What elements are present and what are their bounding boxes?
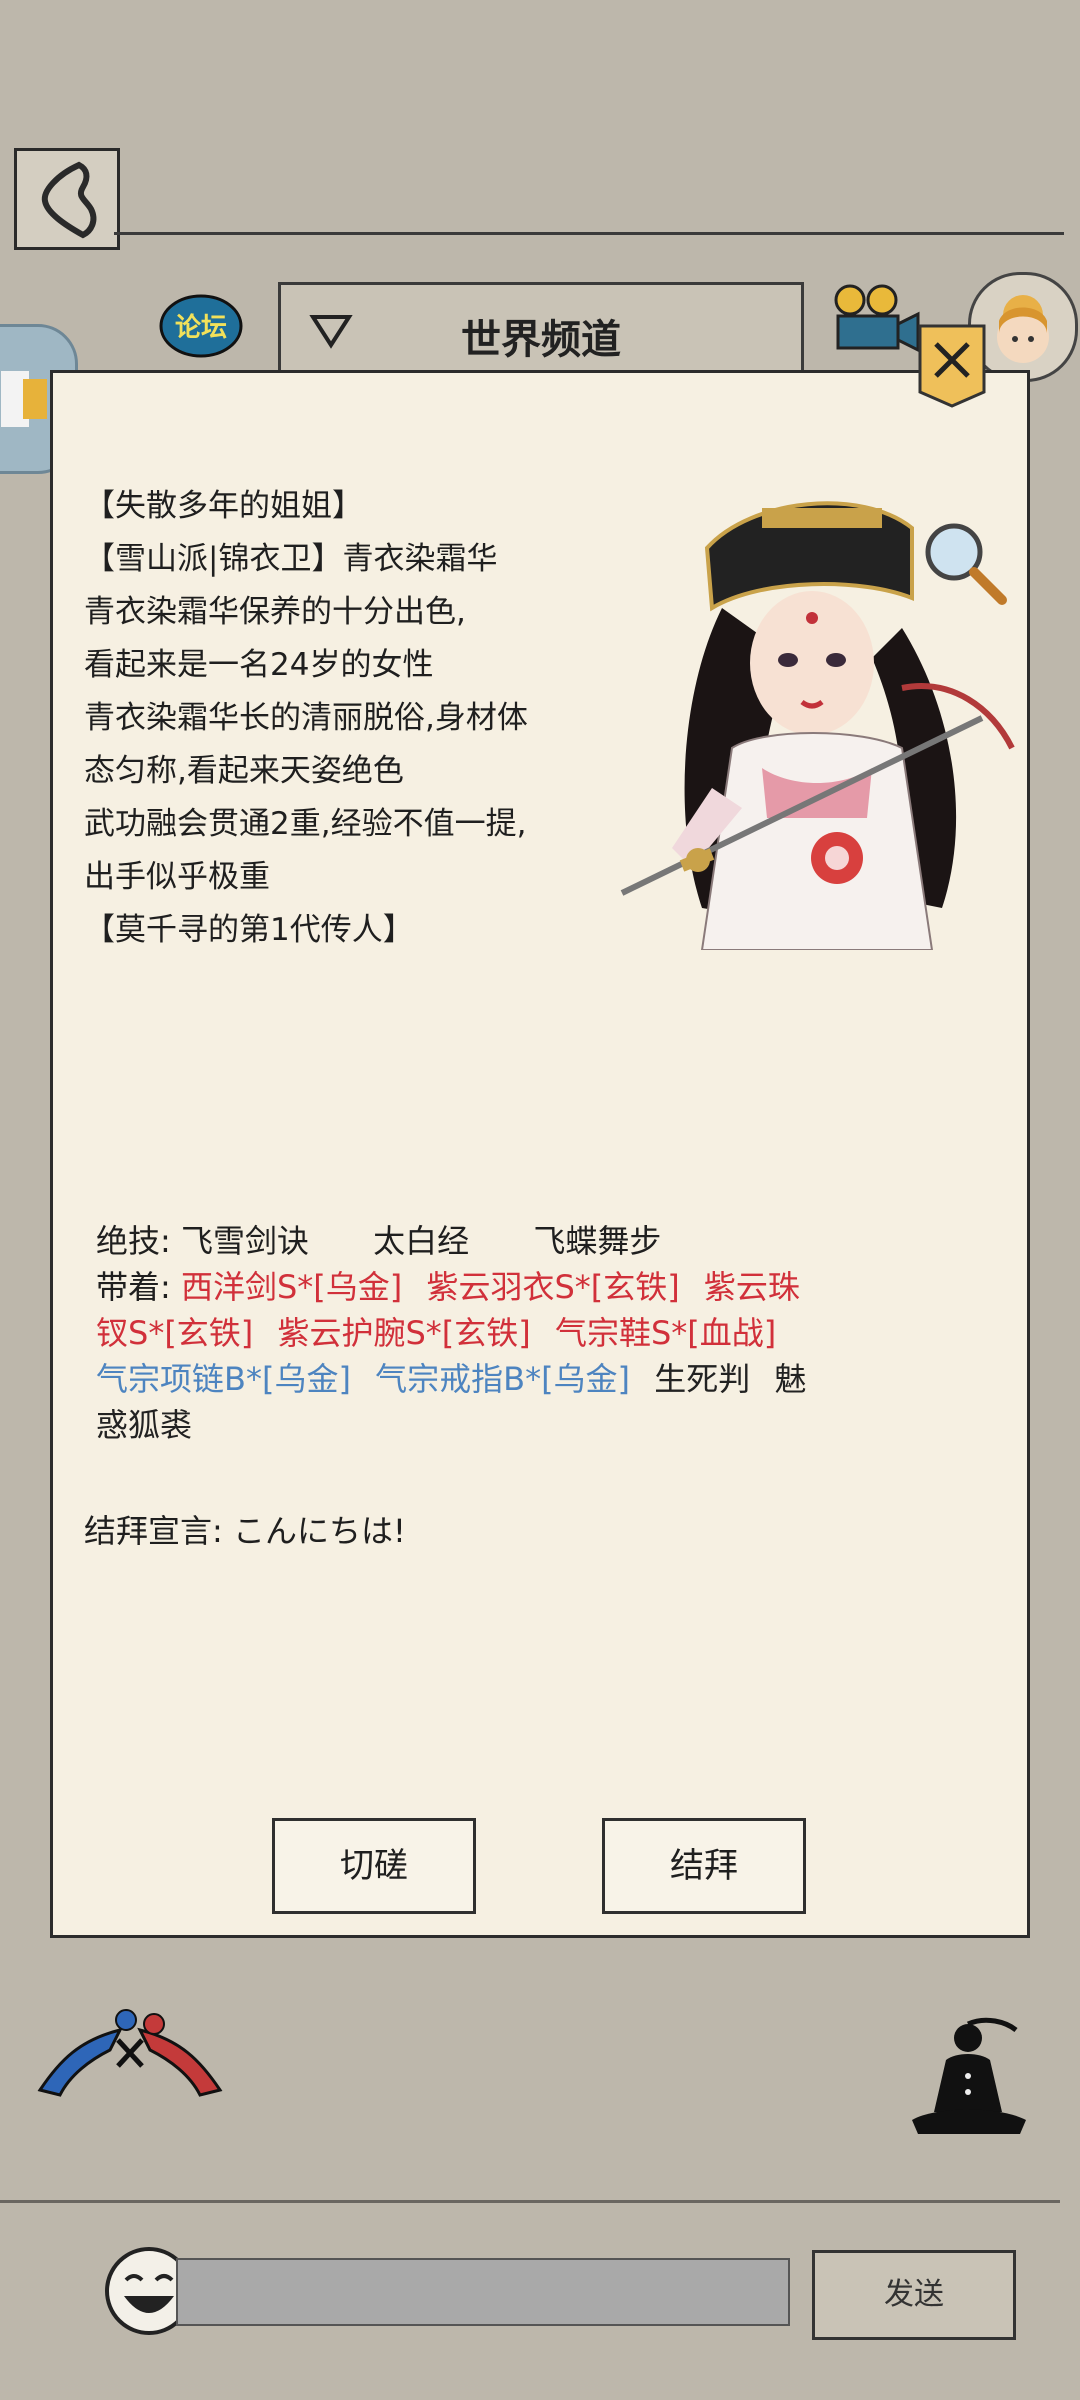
bio-line: 【失散多年的姐姐】 [84,488,363,524]
sworn-declaration: 结拜宣言: こんにちは! [84,1512,406,1550]
forum-label: 论坛 [175,313,227,343]
equip-item[interactable]: 紫云护腕S*[玄铁] [277,1314,530,1352]
equip-item[interactable]: 生死判 [654,1360,750,1398]
bio-line: 青衣染霜华长的清丽脱俗,身材体 [84,700,528,736]
skills-label: 绝技: [96,1222,171,1260]
skill-item: 飞雪剑诀 [180,1222,309,1260]
channel-title: 世界频道 [461,317,621,363]
skill-item: 飞蝶舞步 [533,1222,662,1260]
divider [0,2200,1060,2203]
equip-item[interactable]: 气宗鞋S*[血战] [555,1314,776,1352]
skill-item: 太白经 [373,1222,470,1260]
equipment-label: 带着: [96,1268,171,1306]
bio-line: 武功融会贯通2重,经验不值一提, [84,806,527,842]
close-icon [918,324,986,408]
skills-equipment: 绝技: 飞雪剑诀 太白经 飞蝶舞步 带着: 西洋剑S*[乌金] 紫云羽衣S*[玄… [96,1218,916,1448]
back-icon [41,161,97,239]
bio-line: 【莫千寻的第1代传人】 [84,912,414,948]
back-button[interactable] [14,148,120,250]
character-bio: 【失散多年的姐姐】 【雪山派|锦衣卫】青衣染霜华 青衣染霜华保养的十分出色, 看… [84,480,604,957]
equip-item[interactable]: 西洋剑S*[乌金] [181,1268,402,1306]
sworn-brother-button[interactable]: 结拜 [602,1818,806,1914]
equip-item[interactable]: 紫云羽衣S*[玄铁] [426,1268,679,1306]
equip-item[interactable]: 惑狐裘 [96,1406,192,1444]
close-button[interactable] [916,322,988,408]
forum-button[interactable]: 论坛 [156,290,246,362]
send-button[interactable]: 发送 [812,2250,1016,2340]
chat-input[interactable] [176,2258,790,2326]
equip-item[interactable]: 紫云珠 [704,1268,800,1306]
equip-item[interactable]: 魅 [774,1360,806,1398]
camera-icon[interactable] [828,280,924,360]
equip-item[interactable]: 气宗项链B*[乌金] [96,1360,351,1398]
magnifier-icon[interactable] [918,516,1008,606]
bio-line: 看起来是一名24岁的女性 [84,647,434,683]
spar-button[interactable]: 切磋 [272,1818,476,1914]
bio-line: 青衣染霜华保养的十分出色, [84,594,466,630]
bio-line: 态匀称,看起来天姿绝色 [84,753,404,789]
pvp-icon[interactable] [30,2000,230,2100]
bio-line: 出手似乎极重 [84,859,270,895]
equip-item[interactable]: 钗S*[玄铁] [96,1314,253,1352]
bio-line: 【雪山派|锦衣卫】青衣染霜华 [84,541,498,577]
divider [114,232,1064,235]
channel-selector[interactable]: 世界频道 [278,282,804,380]
equip-item[interactable]: 气宗戒指B*[乌金] [375,1360,630,1398]
meditate-icon[interactable] [906,2016,1032,2146]
